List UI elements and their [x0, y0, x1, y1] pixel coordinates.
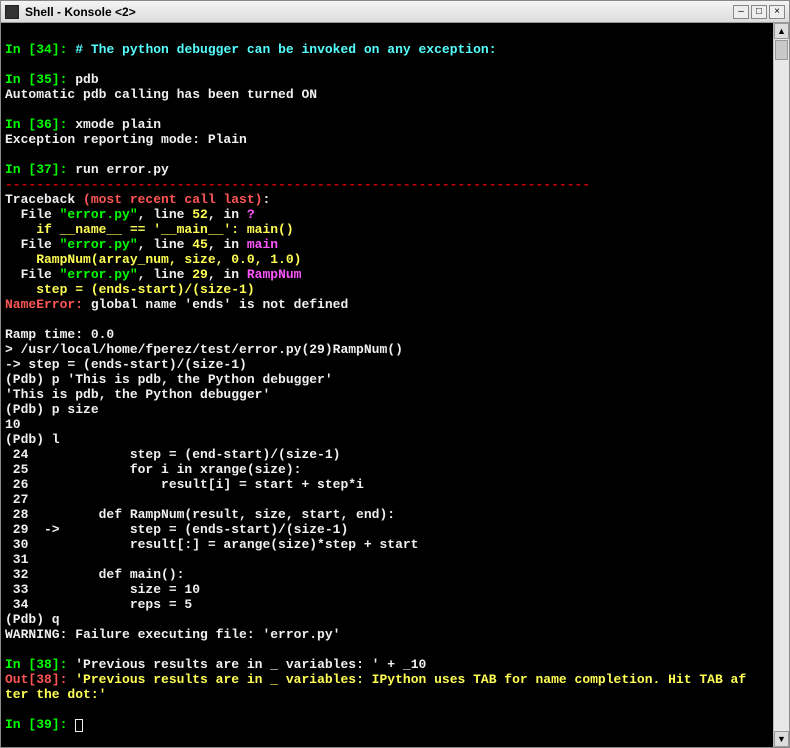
tb-path: "error.py"	[60, 267, 138, 282]
tb-path: "error.py"	[60, 207, 138, 222]
pdb-line: (Pdb) p size	[5, 402, 99, 417]
tb-s: , in	[208, 207, 247, 222]
konsole-window: Shell - Konsole <2> – □ × In [34]: # The…	[0, 0, 790, 748]
scroll-down-button[interactable]: ▼	[774, 731, 789, 747]
tb-num: 52	[192, 207, 208, 222]
tb-s: , line	[138, 237, 193, 252]
prompt-in: In [39]:	[5, 717, 67, 732]
tb-s: , line	[138, 267, 193, 282]
tb-path: "error.py"	[60, 237, 138, 252]
cursor	[75, 719, 83, 732]
tb-s: , line	[138, 207, 193, 222]
window-title: Shell - Konsole <2>	[25, 5, 731, 19]
pdb-line: > /usr/local/home/fperez/test/error.py(2…	[5, 342, 403, 357]
tb-colon: :	[262, 192, 270, 207]
prompt-in: In [38]:	[5, 657, 67, 672]
scroll-up-button[interactable]: ▲	[774, 23, 789, 39]
tb-fn: RampNum	[247, 267, 302, 282]
cmd: 'Previous results are in _ variables: ' …	[75, 657, 426, 672]
cmd: run error.py	[75, 162, 169, 177]
pdb-src: 32 def main():	[5, 567, 184, 582]
content-area: In [34]: # The python debugger can be in…	[1, 23, 789, 747]
pdb-line: -> step = (ends-start)/(size-1)	[5, 357, 247, 372]
tb-src: if __name__ == '__main__': main()	[5, 222, 294, 237]
tb-src: step = (ends-start)/(size-1)	[5, 282, 255, 297]
cmd: xmode plain	[75, 117, 161, 132]
prompt-in: In [34]:	[5, 42, 67, 57]
tb-file: File	[5, 237, 60, 252]
pdb-src: 28 def RampNum(result, size, start, end)…	[5, 507, 395, 522]
pdb-warn: WARNING: Failure executing file: 'error.…	[5, 627, 340, 642]
tb-num: 29	[192, 267, 208, 282]
line: In [34]: # The python debugger can be in…	[5, 42, 746, 732]
err-name: NameError:	[5, 297, 83, 312]
terminal[interactable]: In [34]: # The python debugger can be in…	[1, 23, 773, 747]
scroll-thumb[interactable]	[775, 40, 788, 60]
app-icon	[5, 5, 19, 19]
pdb-src: 25 for i in xrange(size):	[5, 462, 301, 477]
pdb-line: (Pdb) q	[5, 612, 60, 627]
pdb-line: (Pdb) l	[5, 432, 60, 447]
prompt-in: In [35]:	[5, 72, 67, 87]
pdb-src: 33 size = 10	[5, 582, 200, 597]
minimize-button[interactable]: –	[733, 5, 749, 19]
close-button[interactable]: ×	[769, 5, 785, 19]
out: Exception reporting mode: Plain	[5, 132, 247, 147]
outval: 'Previous results are in _ variables: IP…	[5, 672, 746, 702]
out: Automatic pdb calling has been turned ON	[5, 87, 317, 102]
prompt-in: In [36]:	[5, 117, 67, 132]
pdb-src: 29 -> step = (ends-start)/(size-1)	[5, 522, 348, 537]
cmd: # The python debugger can be invoked on …	[75, 42, 496, 57]
pdb-line: Ramp time: 0.0	[5, 327, 114, 342]
pdb-line: (Pdb) p 'This is pdb, the Python debugge…	[5, 372, 333, 387]
pdb-line: 10	[5, 417, 21, 432]
err-msg: global name 'ends' is not defined	[83, 297, 348, 312]
prompt-in: In [37]:	[5, 162, 67, 177]
pdb-src: 34 reps = 5	[5, 597, 192, 612]
pdb-line: 'This is pdb, the Python debugger'	[5, 387, 270, 402]
tb-s: , in	[208, 267, 247, 282]
tb-fn: main	[247, 237, 278, 252]
tb-src: RampNum(array_num, size, 0.0, 1.0)	[5, 252, 301, 267]
tb-header: Traceback	[5, 192, 83, 207]
pdb-src: 30 result[:] = arange(size)*step + start	[5, 537, 418, 552]
pdb-src: 24 step = (end-start)/(size-1)	[5, 447, 340, 462]
tb-header2: (most recent call last)	[83, 192, 262, 207]
pdb-src: 27	[5, 492, 67, 507]
cmd: pdb	[75, 72, 98, 87]
tb-file: File	[5, 207, 60, 222]
dashes: ----------------------------------------…	[5, 177, 590, 192]
tb-num: 45	[192, 237, 208, 252]
tb-fn: ?	[247, 207, 255, 222]
prompt-out: Out[38]:	[5, 672, 67, 687]
pdb-src: 31	[5, 552, 67, 567]
pdb-src: 26 result[i] = start + step*i	[5, 477, 364, 492]
titlebar[interactable]: Shell - Konsole <2> – □ ×	[1, 1, 789, 23]
scroll-track[interactable]	[774, 39, 789, 731]
scrollbar[interactable]: ▲ ▼	[773, 23, 789, 747]
tb-file: File	[5, 267, 60, 282]
tb-s: , in	[208, 237, 247, 252]
maximize-button[interactable]: □	[751, 5, 767, 19]
